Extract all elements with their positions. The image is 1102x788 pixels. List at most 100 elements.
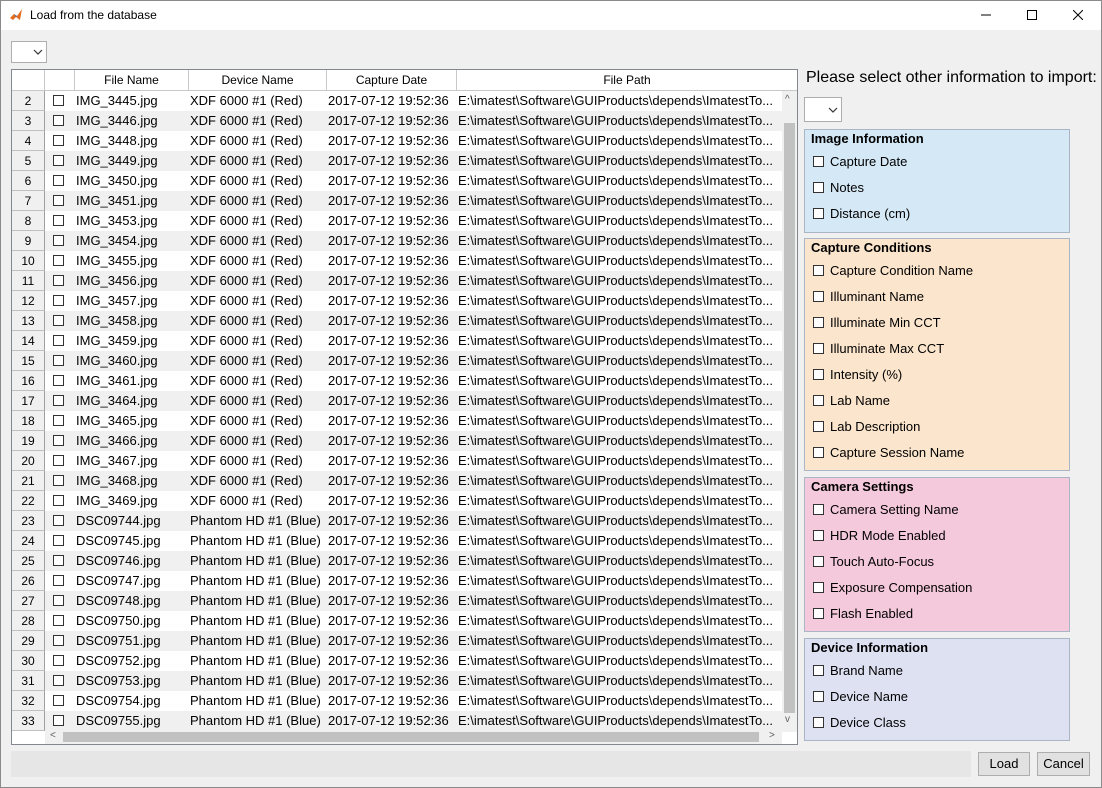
row-number[interactable]: 24 xyxy=(12,531,45,551)
row-checkbox[interactable] xyxy=(53,515,64,526)
row-checkbox[interactable] xyxy=(53,595,64,606)
option-checkbox[interactable] xyxy=(813,447,824,458)
row-checkbox[interactable] xyxy=(53,455,64,466)
table-row[interactable]: 17 IMG_3464.jpg XDF 6000 #1 (Red) 2017-07-1… xyxy=(12,391,782,411)
horizontal-scroll-thumb[interactable] xyxy=(63,732,759,742)
table-row[interactable]: 9 IMG_3454.jpg XDF 6000 #1 (Red) 2017-07-12… xyxy=(12,231,782,251)
row-checkbox[interactable] xyxy=(53,115,64,126)
row-checkbox[interactable] xyxy=(53,295,64,306)
row-number[interactable]: 32 xyxy=(12,691,45,711)
scroll-up-icon[interactable]: ^ xyxy=(785,95,790,105)
row-number[interactable]: 10 xyxy=(12,251,45,271)
table-row[interactable]: 10 IMG_3455.jpg XDF 6000 #1 (Red) 2017-07-1… xyxy=(12,251,782,271)
table-row[interactable]: 6 IMG_3450.jpg XDF 6000 #1 (Red) 2017-07-12… xyxy=(12,171,782,191)
row-number[interactable]: 27 xyxy=(12,591,45,611)
row-checkbox[interactable] xyxy=(53,95,64,106)
row-number[interactable]: 4 xyxy=(12,131,45,151)
row-checkbox[interactable] xyxy=(53,255,64,266)
table-row[interactable]: 3 IMG_3446.jpg XDF 6000 #1 (Red) 2017-07-12… xyxy=(12,111,782,131)
table-row[interactable]: 20 IMG_3467.jpg XDF 6000 #1 (Red) 2017-07-1… xyxy=(12,451,782,471)
row-number[interactable]: 30 xyxy=(12,651,45,671)
table-row[interactable]: 16 IMG_3461.jpg XDF 6000 #1 (Red) 2017-07-1… xyxy=(12,371,782,391)
row-checkbox[interactable] xyxy=(53,235,64,246)
table-row[interactable]: 22 IMG_3469.jpg XDF 6000 #1 (Red) 2017-07-1… xyxy=(12,491,782,511)
option-checkbox[interactable] xyxy=(813,691,824,702)
top-dropdown[interactable] xyxy=(11,41,47,63)
row-number[interactable]: 13 xyxy=(12,311,45,331)
row-checkbox[interactable] xyxy=(53,435,64,446)
vertical-scrollbar[interactable]: ^ v xyxy=(782,91,797,732)
row-number[interactable]: 3 xyxy=(12,111,45,131)
row-checkbox[interactable] xyxy=(53,195,64,206)
table-row[interactable]: 28 DSC09750.jpg Phantom HD #1 (Blue) 2017-0… xyxy=(12,611,782,631)
row-number[interactable]: 11 xyxy=(12,271,45,291)
row-number[interactable]: 22 xyxy=(12,491,45,511)
scroll-left-icon[interactable]: < xyxy=(50,731,56,741)
row-checkbox[interactable] xyxy=(53,275,64,286)
horizontal-scrollbar[interactable]: < > xyxy=(45,729,782,744)
row-checkbox[interactable] xyxy=(53,535,64,546)
option-checkbox[interactable] xyxy=(813,208,824,219)
option-checkbox[interactable] xyxy=(813,665,824,676)
row-number[interactable]: 20 xyxy=(12,451,45,471)
row-number[interactable]: 18 xyxy=(12,411,45,431)
row-checkbox[interactable] xyxy=(53,315,64,326)
table-row[interactable]: 15 IMG_3460.jpg XDF 6000 #1 (Red) 2017-07-1… xyxy=(12,351,782,371)
row-number[interactable]: 15 xyxy=(12,351,45,371)
table-row[interactable]: 23 DSC09744.jpg Phantom HD #1 (Blue) 2017-0… xyxy=(12,511,782,531)
row-number[interactable]: 12 xyxy=(12,291,45,311)
row-number[interactable]: 17 xyxy=(12,391,45,411)
row-number[interactable]: 2 xyxy=(12,91,45,111)
option-checkbox[interactable] xyxy=(813,504,824,515)
row-checkbox[interactable] xyxy=(53,175,64,186)
row-checkbox[interactable] xyxy=(53,555,64,566)
table-row[interactable]: 31 DSC09753.jpg Phantom HD #1 (Blue) 2017-0… xyxy=(12,671,782,691)
option-checkbox[interactable] xyxy=(813,395,824,406)
table-row[interactable]: 21 IMG_3468.jpg XDF 6000 #1 (Red) 2017-07-1… xyxy=(12,471,782,491)
option-checkbox[interactable] xyxy=(813,343,824,354)
table-row[interactable]: 18 IMG_3465.jpg XDF 6000 #1 (Red) 2017-07-1… xyxy=(12,411,782,431)
row-number[interactable]: 19 xyxy=(12,431,45,451)
row-number[interactable]: 8 xyxy=(12,211,45,231)
cancel-button[interactable]: Cancel xyxy=(1037,752,1090,776)
table-row[interactable]: 30 DSC09752.jpg Phantom HD #1 (Blue) 2017-0… xyxy=(12,651,782,671)
option-checkbox[interactable] xyxy=(813,182,824,193)
table-row[interactable]: 19 IMG_3466.jpg XDF 6000 #1 (Red) 2017-07-1… xyxy=(12,431,782,451)
row-number[interactable]: 33 xyxy=(12,711,45,731)
vertical-scroll-thumb[interactable] xyxy=(784,123,795,713)
row-checkbox[interactable] xyxy=(53,215,64,226)
table-row[interactable]: 14 IMG_3459.jpg XDF 6000 #1 (Red) 2017-07-1… xyxy=(12,331,782,351)
row-number[interactable]: 16 xyxy=(12,371,45,391)
row-checkbox[interactable] xyxy=(53,375,64,386)
column-header-file-path[interactable]: File Path xyxy=(457,70,797,90)
table-row[interactable]: 27 DSC09748.jpg Phantom HD #1 (Blue) 2017-0… xyxy=(12,591,782,611)
row-number[interactable]: 23 xyxy=(12,511,45,531)
option-checkbox[interactable] xyxy=(813,156,824,167)
option-checkbox[interactable] xyxy=(813,582,824,593)
close-button[interactable] xyxy=(1055,0,1101,30)
row-number[interactable]: 31 xyxy=(12,671,45,691)
table-row[interactable]: 2 IMG_3445.jpg XDF 6000 #1 (Red) 2017-07-12… xyxy=(12,91,782,111)
table-row[interactable]: 12 IMG_3457.jpg XDF 6000 #1 (Red) 2017-07-1… xyxy=(12,291,782,311)
row-checkbox[interactable] xyxy=(53,655,64,666)
table-row[interactable]: 29 DSC09751.jpg Phantom HD #1 (Blue) 2017-0… xyxy=(12,631,782,651)
option-checkbox[interactable] xyxy=(813,530,824,541)
table-row[interactable]: 5 IMG_3449.jpg XDF 6000 #1 (Red) 2017-07-12… xyxy=(12,151,782,171)
option-checkbox[interactable] xyxy=(813,291,824,302)
row-number[interactable]: 25 xyxy=(12,551,45,571)
row-checkbox[interactable] xyxy=(53,395,64,406)
row-checkbox[interactable] xyxy=(53,635,64,646)
option-checkbox[interactable] xyxy=(813,369,824,380)
maximize-button[interactable] xyxy=(1009,0,1055,30)
table-row[interactable]: 33 DSC09755.jpg Phantom HD #1 (Blue) 2017-0… xyxy=(12,711,782,731)
row-number[interactable]: 7 xyxy=(12,191,45,211)
row-checkbox[interactable] xyxy=(53,575,64,586)
option-checkbox[interactable] xyxy=(813,608,824,619)
row-checkbox[interactable] xyxy=(53,335,64,346)
row-number[interactable]: 14 xyxy=(12,331,45,351)
row-number[interactable]: 26 xyxy=(12,571,45,591)
table-row[interactable]: 24 DSC09745.jpg Phantom HD #1 (Blue) 2017-0… xyxy=(12,531,782,551)
column-header-file-name[interactable]: File Name xyxy=(75,70,189,90)
option-checkbox[interactable] xyxy=(813,265,824,276)
option-checkbox[interactable] xyxy=(813,717,824,728)
